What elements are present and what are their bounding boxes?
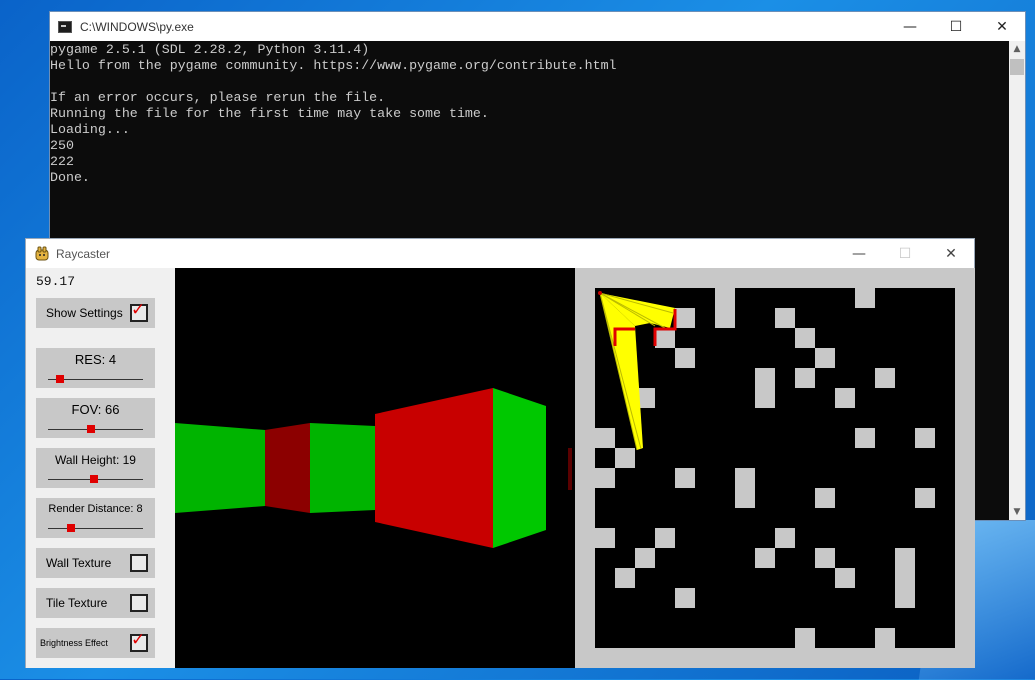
minimap-wall xyxy=(615,568,635,588)
minimap-wall xyxy=(735,468,755,508)
raycast-3d-view[interactable] xyxy=(175,268,575,668)
raycaster-title: Raycaster xyxy=(56,246,111,261)
wall-slice-far xyxy=(568,448,572,490)
minimap-wall xyxy=(755,368,775,408)
minimap-wall xyxy=(795,368,815,388)
fov-slider[interactable]: FOV: 66 xyxy=(36,398,155,438)
minimap-wall xyxy=(635,548,655,568)
render-distance-knob[interactable] xyxy=(66,524,75,532)
minimap-wall xyxy=(675,588,695,608)
fov-knob[interactable] xyxy=(86,425,95,433)
minimap-wall xyxy=(755,548,775,568)
res-knob[interactable] xyxy=(56,375,65,383)
show-settings-label: Show Settings xyxy=(46,306,123,320)
console-scrollbar[interactable]: ▲ ▼ xyxy=(1009,41,1025,520)
tile-texture-label: Tile Texture xyxy=(46,596,108,610)
scroll-up-icon[interactable]: ▲ xyxy=(1009,41,1025,57)
minimap-wall xyxy=(595,468,615,488)
minimap-wall xyxy=(895,548,915,608)
console-line: pygame 2.5.1 (SDL 2.28.2, Python 3.11.4) xyxy=(50,42,370,57)
res-slider[interactable]: RES: 4 xyxy=(36,348,155,388)
minimap-wall xyxy=(615,448,635,468)
minimap-wall xyxy=(875,368,895,388)
console-icon xyxy=(58,20,72,33)
minimap-wall xyxy=(855,428,875,448)
checkmark-icon: ✓ xyxy=(131,300,146,320)
wall-slice-green-right xyxy=(493,388,546,548)
minimap-wall xyxy=(915,488,935,508)
console-minimize-button[interactable]: — xyxy=(887,12,933,41)
checkmark-icon: ✓ xyxy=(131,630,146,650)
minimap-wall xyxy=(775,528,795,548)
show-settings-checkbox[interactable]: ✓ xyxy=(130,300,148,322)
console-line: Hello from the pygame community. https:/… xyxy=(50,58,617,73)
minimap-wall xyxy=(655,328,675,348)
tile-texture-toggle[interactable]: Tile Texture xyxy=(36,588,155,618)
minimap-wall xyxy=(795,328,815,348)
console-close-button[interactable]: ✕ xyxy=(979,12,1025,41)
brightness-effect-checkbox[interactable]: ✓ xyxy=(130,630,148,652)
console-line: Loading... xyxy=(50,122,130,137)
render-distance-slider[interactable]: Render Distance: 8 xyxy=(36,498,155,538)
console-line: 250 xyxy=(50,138,74,153)
minimap-wall xyxy=(675,468,695,488)
wall-slice-green-mid xyxy=(310,423,375,513)
wall-texture-label: Wall Texture xyxy=(46,556,112,570)
fps-counter: 59.17 xyxy=(36,274,76,289)
console-line: Done. xyxy=(50,170,90,185)
console-title: C:\WINDOWS\py.exe xyxy=(80,19,194,34)
show-settings-toggle[interactable]: Show Settings ✓ xyxy=(36,298,155,328)
raycaster-maximize-button: ☐ xyxy=(898,245,912,262)
wall-slice-red-front xyxy=(375,388,493,548)
minimap-wall xyxy=(675,348,695,368)
minimap-wall xyxy=(595,528,615,548)
minimap-wall xyxy=(815,488,835,508)
minimap-wall xyxy=(835,388,855,408)
minimap-wall xyxy=(595,428,615,448)
render-distance-label: Render Distance: 8 xyxy=(48,503,143,515)
fov-track[interactable] xyxy=(48,429,143,430)
console-line: If an error occurs, please rerun the fil… xyxy=(50,90,386,105)
render-distance-track[interactable] xyxy=(48,528,143,529)
minimap-wall xyxy=(675,308,695,328)
wall-height-label: Wall Height: 19 xyxy=(55,453,136,467)
console-line: Running the file for the first time may … xyxy=(50,106,489,121)
minimap-wall xyxy=(875,628,895,648)
wall-height-slider[interactable]: Wall Height: 19 xyxy=(36,448,155,488)
console-maximize-button[interactable]: ☐ xyxy=(933,12,979,41)
wall-height-knob[interactable] xyxy=(89,475,98,483)
raycaster-minimize-button[interactable]: — xyxy=(836,239,882,268)
minimap-wall xyxy=(655,528,675,548)
wall-slice-green-left xyxy=(175,423,265,513)
minimap-wall xyxy=(715,288,735,328)
brightness-effect-toggle[interactable]: Brightness Effect ✓ xyxy=(36,628,155,658)
scroll-thumb[interactable] xyxy=(1010,59,1024,75)
pygame-icon xyxy=(35,246,49,260)
wall-slice-dark-red xyxy=(265,423,310,513)
raycaster-titlebar[interactable]: Raycaster — ☐ ✕ xyxy=(26,239,974,268)
wall-texture-toggle[interactable]: Wall Texture xyxy=(36,548,155,578)
wall-texture-checkbox[interactable] xyxy=(130,554,148,572)
minimap-wall xyxy=(915,428,935,448)
raycaster-close-button[interactable]: ✕ xyxy=(928,239,974,268)
brightness-effect-label: Brightness Effect xyxy=(40,638,108,648)
minimap-wall xyxy=(795,628,815,648)
console-line: 222 xyxy=(50,154,74,169)
minimap-wall xyxy=(815,348,835,368)
settings-panel: 59.17 Show Settings ✓ RES: 4 FOV: 66 Wal… xyxy=(26,268,175,668)
minimap-wall xyxy=(815,548,835,568)
minimap xyxy=(575,268,975,668)
player-marker xyxy=(598,291,602,295)
console-titlebar[interactable]: C:\WINDOWS\py.exe — ☐ ✕ xyxy=(50,12,1025,41)
tile-texture-checkbox[interactable] xyxy=(130,594,148,612)
minimap-wall xyxy=(855,288,875,308)
minimap-wall xyxy=(775,308,795,328)
raycaster-window[interactable]: Raycaster — ☐ ✕ 59.17 Show Settings ✓ RE… xyxy=(25,238,975,668)
scroll-down-icon[interactable]: ▼ xyxy=(1009,504,1025,520)
res-label: RES: 4 xyxy=(74,352,117,367)
minimap-wall xyxy=(835,568,855,588)
fov-label: FOV: 66 xyxy=(71,402,120,417)
